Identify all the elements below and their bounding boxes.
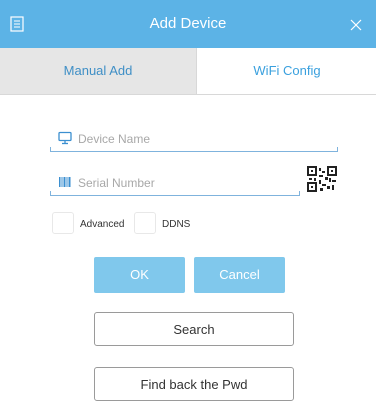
ok-button[interactable]: OK xyxy=(94,257,185,293)
title-bar: Add Device xyxy=(0,0,376,48)
field-cap xyxy=(50,147,51,152)
close-icon[interactable] xyxy=(350,18,362,31)
device-name-field[interactable]: Device Name xyxy=(50,128,338,152)
serial-number-placeholder: Serial Number xyxy=(78,176,155,190)
device-name-underline xyxy=(50,151,338,152)
search-button[interactable]: Search xyxy=(94,312,294,346)
ddns-label: DDNS xyxy=(162,219,191,230)
advanced-checkbox[interactable] xyxy=(52,212,74,234)
serial-number-field[interactable]: Serial Number xyxy=(50,172,300,196)
tab-bar: Manual Add WiFi Config xyxy=(0,48,376,95)
ddns-checkbox[interactable] xyxy=(134,212,156,234)
device-name-placeholder: Device Name xyxy=(78,132,151,146)
field-cap xyxy=(337,147,338,152)
monitor-icon xyxy=(58,131,72,150)
field-cap xyxy=(50,191,51,196)
cancel-button[interactable]: Cancel xyxy=(194,257,285,293)
qr-code-icon[interactable] xyxy=(307,166,337,192)
barcode-icon xyxy=(58,175,72,194)
advanced-label: Advanced xyxy=(80,219,125,230)
page-title: Add Device xyxy=(149,15,227,32)
serial-number-underline xyxy=(50,195,300,196)
tab-manual-add[interactable]: Manual Add xyxy=(0,48,196,94)
find-back-pwd-button[interactable]: Find back the Pwd xyxy=(94,367,294,401)
field-cap xyxy=(299,191,300,196)
tab-wifi-config[interactable]: WiFi Config xyxy=(196,48,376,94)
